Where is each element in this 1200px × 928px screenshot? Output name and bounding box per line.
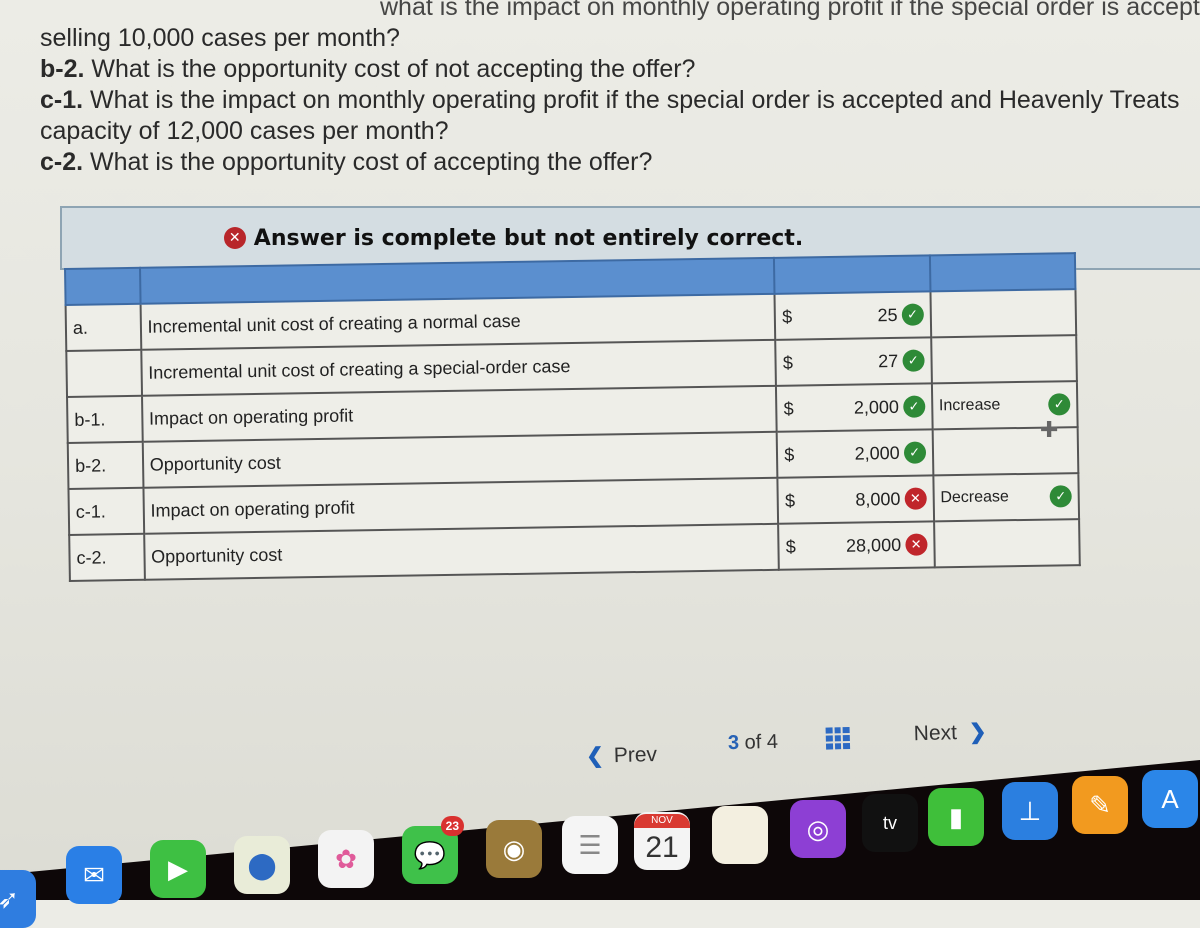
- currency-symbol: $: [784, 490, 796, 511]
- question-b1-cut: what is the impact on monthly operating …: [380, 0, 1200, 21]
- app-store-icon[interactable]: A: [1142, 770, 1198, 828]
- pages-icon[interactable]: ✎: [1072, 776, 1128, 834]
- calendar-icon[interactable]: NOV 21: [634, 812, 690, 870]
- check-circle-icon: ✓: [902, 349, 925, 372]
- amount-input[interactable]: $25 ✓: [781, 303, 924, 328]
- row-code: [66, 349, 142, 397]
- amount-input[interactable]: $2,000 ✓: [783, 395, 926, 419]
- check-circle-icon: ✓: [901, 303, 924, 326]
- header-cell: [929, 253, 1076, 292]
- messages-icon[interactable]: 💬 23: [402, 816, 464, 884]
- direction-cell[interactable]: [933, 519, 1080, 568]
- contacts-icon[interactable]: ◉: [486, 820, 542, 878]
- direction-select[interactable]: Decrease ✓: [940, 485, 1072, 509]
- question-text: what is the impact on monthly operating …: [40, 0, 1200, 178]
- amount-value: 2,000: [853, 396, 900, 418]
- x-circle-icon: ✕: [223, 227, 246, 249]
- apple-tv-icon[interactable]: tv: [862, 794, 918, 852]
- question-b2: b-2. What is the opportunity cost of not…: [40, 55, 696, 83]
- question-c1: c-1. What is the impact on monthly opera…: [40, 86, 1180, 114]
- amount-cell[interactable]: $2,000 ✓: [776, 429, 934, 478]
- next-button[interactable]: Next ❯: [913, 719, 986, 746]
- amount-cell[interactable]: $2,000 ✓: [776, 383, 933, 432]
- amount-value: 25: [877, 304, 898, 325]
- question-c2: c-2. What is the opportunity cost of acc…: [40, 148, 653, 176]
- notes-icon[interactable]: [712, 806, 768, 864]
- amount-input[interactable]: $28,000 ✕: [786, 533, 928, 557]
- currency-symbol: $: [781, 306, 793, 327]
- amount-cell[interactable]: $28,000 ✕: [778, 521, 935, 570]
- mail-icon[interactable]: ✉: [66, 846, 122, 904]
- feedback-text: Answer is complete but not entirely corr…: [253, 225, 804, 251]
- row-label: Opportunity cost: [143, 523, 780, 580]
- amount-value: 8,000: [855, 488, 901, 510]
- chevron-right-icon: ❯: [968, 720, 987, 744]
- amount-value: 27: [878, 350, 899, 371]
- maps-icon[interactable]: ⬤: [234, 836, 290, 894]
- x-circle-icon: ✕: [904, 487, 927, 510]
- amount-cell[interactable]: $25 ✓: [774, 291, 931, 340]
- currency-symbol: $: [785, 536, 796, 557]
- cursor-crosshair-icon: ✚: [1040, 418, 1059, 443]
- amount-cell[interactable]: $27 ✓: [775, 337, 932, 386]
- row-code: c-1.: [68, 487, 144, 535]
- direction-cell[interactable]: [930, 335, 1077, 384]
- direction-cell[interactable]: [930, 289, 1077, 338]
- direction-value: Decrease: [940, 488, 1009, 507]
- numbers-icon[interactable]: ▮: [928, 788, 984, 846]
- header-cell: [774, 255, 931, 294]
- amount-value: 28,000: [845, 534, 902, 556]
- dock: ➶ ✉ ▶ ⬤ ✿ 💬 23 ◉ ☰ NOV 21 ◎ tv ▮ ⊥ ✎ A: [0, 760, 1200, 928]
- direction-value: Increase: [938, 396, 1001, 415]
- messages-badge: 23: [440, 816, 464, 836]
- header-cell: [65, 267, 141, 305]
- grid-view-icon[interactable]: [825, 726, 851, 750]
- amount-input[interactable]: $8,000 ✕: [785, 487, 927, 511]
- safari-icon[interactable]: ➶: [0, 870, 36, 928]
- amount-input[interactable]: $27 ✓: [782, 349, 925, 374]
- check-circle-icon: ✓: [903, 441, 926, 464]
- x-circle-icon: ✕: [904, 533, 928, 556]
- row-code: b-2.: [67, 441, 144, 489]
- currency-symbol: $: [782, 352, 794, 373]
- keynote-icon[interactable]: ⊥: [1002, 782, 1058, 840]
- currency-symbol: $: [783, 398, 794, 419]
- facetime-icon[interactable]: ▶: [150, 840, 206, 898]
- row-code: b-1.: [67, 395, 143, 443]
- direction-cell[interactable]: Decrease ✓: [933, 473, 1080, 522]
- currency-symbol: $: [784, 444, 795, 465]
- reminders-icon[interactable]: ☰: [562, 816, 618, 874]
- check-circle-icon: ✓: [902, 395, 926, 418]
- row-code: c-2.: [69, 533, 145, 581]
- question-b1-cont: selling 10,000 cases per month?: [40, 24, 400, 52]
- table-body: a. Incremental unit cost of creating a no…: [65, 289, 1080, 581]
- photos-icon[interactable]: ✿: [318, 830, 374, 888]
- podcasts-icon[interactable]: ◎: [790, 800, 846, 858]
- amount-input[interactable]: $2,000 ✓: [784, 441, 926, 465]
- check-circle-icon: ✓: [1048, 393, 1071, 416]
- page-indicator: 3 of 4: [727, 730, 779, 755]
- answer-table: a. Incremental unit cost of creating a no…: [64, 252, 1081, 582]
- check-circle-icon: ✓: [1049, 485, 1072, 508]
- question-c1-cont: capacity of 12,000 cases per month?: [40, 117, 449, 145]
- amount-cell[interactable]: $8,000 ✕: [777, 475, 934, 524]
- direction-select[interactable]: Increase ✓: [939, 393, 1071, 417]
- amount-value: 2,000: [854, 442, 900, 464]
- row-code: a.: [65, 303, 141, 351]
